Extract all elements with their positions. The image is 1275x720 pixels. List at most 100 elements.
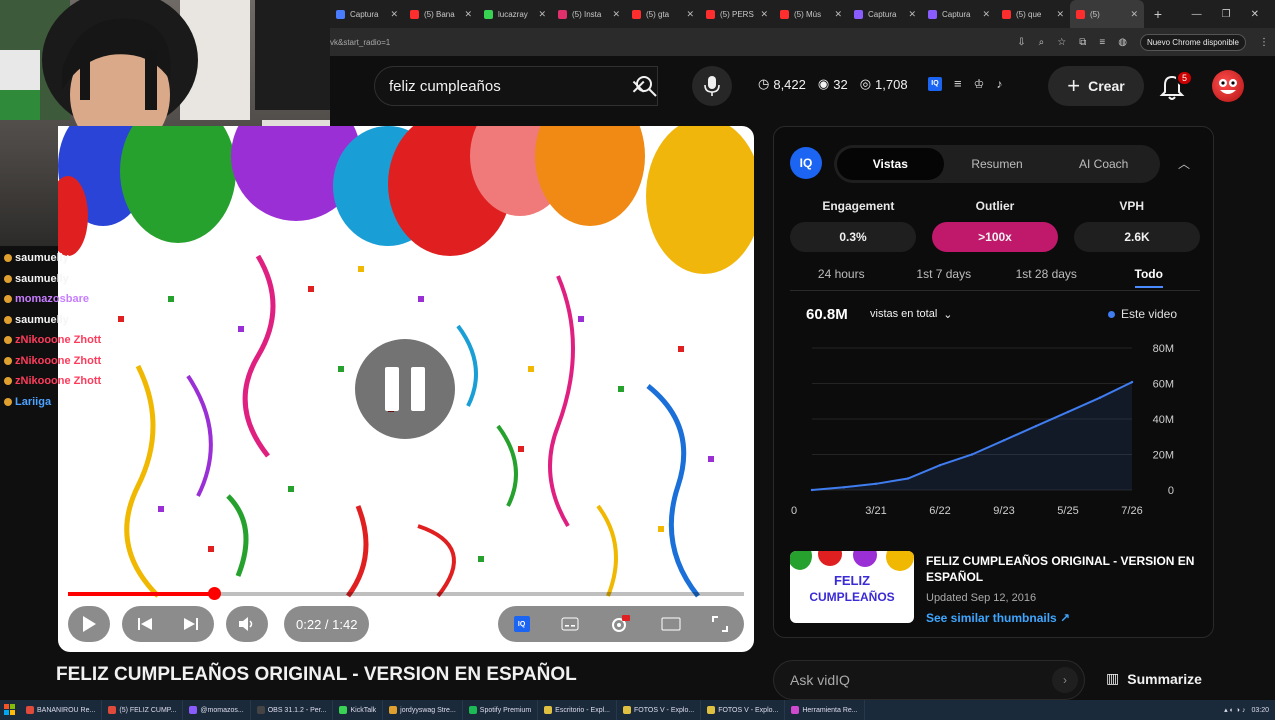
windows-taskbar: BANANIROU Re... (5) FELIZ CUMP... @momazos…: [0, 700, 1275, 720]
taskbar-item[interactable]: BANANIROU Re...: [20, 700, 103, 720]
voice-search-button[interactable]: [692, 66, 732, 106]
tab-close-icon[interactable]: ✕: [908, 9, 916, 20]
taskbar-item[interactable]: Escritorio - Expl...: [538, 700, 618, 720]
progress-bar[interactable]: [68, 587, 744, 600]
tab-close-icon[interactable]: ✕: [1056, 9, 1064, 20]
period-all[interactable]: Todo: [1098, 267, 1201, 288]
media-icon[interactable]: ≡: [1099, 37, 1105, 48]
period-7-days[interactable]: 1st 7 days: [893, 267, 996, 287]
collapse-chevron-icon[interactable]: ︿: [1178, 155, 1190, 172]
tab-favicon-icon: [410, 9, 419, 19]
browser-tab[interactable]: lucazray ✕: [478, 0, 552, 28]
extensions-icon[interactable]: ⧉: [1079, 37, 1086, 48]
tab-favicon-icon: [558, 9, 567, 19]
list-icon[interactable]: ≡: [954, 76, 962, 91]
taskbar-item[interactable]: @momazos...: [183, 700, 251, 720]
taskbar-item[interactable]: Spotify Premium: [463, 700, 539, 720]
address-bar[interactable]: vk&start_radio=1 ⇩ ⌕ ☆ ⧉ ≡ ◍ Nuevo Chrom…: [330, 28, 1275, 56]
next-icon[interactable]: [183, 616, 199, 632]
zoom-icon[interactable]: ⌕: [1039, 37, 1045, 48]
tab-close-icon[interactable]: ✕: [612, 9, 620, 20]
chat-message: momazosbare JAJAKAJAKJ: [4, 289, 244, 310]
tab-close-icon[interactable]: ✕: [982, 9, 990, 20]
search-query[interactable]: feliz cumpleaños: [389, 78, 501, 95]
bookmark-star-icon[interactable]: ☆: [1057, 37, 1066, 48]
account-avatar[interactable]: [1212, 70, 1244, 102]
send-arrow-icon[interactable]: ›: [1052, 667, 1078, 693]
pause-overlay-icon[interactable]: [355, 339, 455, 439]
url-text[interactable]: vk&start_radio=1: [330, 38, 390, 47]
similar-thumbnails-link[interactable]: See similar thumbnails ↗: [926, 611, 1070, 625]
tab-close-icon[interactable]: ✕: [464, 9, 472, 20]
browser-tab[interactable]: Captura ✕: [848, 0, 922, 28]
notification-count-badge: 5: [1176, 70, 1194, 86]
windows-start-button[interactable]: [0, 700, 20, 720]
chat-message: saumuelly: [4, 310, 244, 331]
bell-small-icon[interactable]: ♪: [996, 77, 1002, 91]
browser-tab[interactable]: (5) PERS ✕: [700, 0, 774, 28]
browser-tab[interactable]: (5) gta ✕: [626, 0, 700, 28]
vph-value: 2.6K: [1074, 222, 1200, 252]
period-24-hours[interactable]: 24 hours: [790, 267, 893, 287]
install-icon[interactable]: ⇩: [1017, 37, 1025, 48]
fullscreen-icon[interactable]: [712, 616, 729, 632]
taskbar-item[interactable]: Herramienta Re...: [785, 700, 865, 720]
summarize-button[interactable]: ▥ Summarize: [1106, 670, 1202, 687]
browser-tab[interactable]: (5) Mús ✕: [774, 0, 848, 28]
chat-username: saumuelly: [15, 252, 69, 265]
tab-ai-coach[interactable]: AI Coach: [1050, 148, 1157, 180]
vidiq-player-icon[interactable]: IQ: [513, 616, 530, 632]
tab-vistas[interactable]: Vistas: [837, 148, 944, 180]
taskbar-item[interactable]: OBS 31.1.2 - Per...: [251, 700, 334, 720]
chat-badge-icon: [4, 336, 12, 345]
trophy-icon[interactable]: ♔: [974, 77, 985, 91]
search-button[interactable]: [622, 66, 670, 106]
x-tick-label: 3/21: [865, 505, 886, 517]
settings-gear-icon[interactable]: [610, 615, 630, 633]
views-type-select[interactable]: vistas en total ⌄: [862, 303, 960, 325]
browser-tab[interactable]: Captura ✕: [922, 0, 996, 28]
tab-close-icon[interactable]: ✕: [760, 9, 768, 20]
minimize-icon[interactable]: —: [1192, 9, 1202, 20]
progress-scrubber[interactable]: [208, 587, 222, 600]
taskbar-item[interactable]: FOTOS V - Explo...: [617, 700, 702, 720]
theater-mode-icon[interactable]: [661, 617, 681, 631]
browser-tab[interactable]: (5) Bana ✕: [404, 0, 478, 28]
legend-dot: [1108, 310, 1115, 318]
search-input[interactable]: feliz cumpleaños ✕: [374, 66, 658, 106]
close-window-icon[interactable]: ✕: [1251, 9, 1259, 20]
subtitles-icon[interactable]: [561, 617, 579, 631]
vidiq-icon[interactable]: IQ: [928, 76, 942, 91]
browser-tab[interactable]: Captura ✕: [330, 0, 404, 28]
browser-tab[interactable]: (5) que ✕: [996, 0, 1070, 28]
tray-icons[interactable]: ▴ ◐ ◑ ♪: [1224, 706, 1245, 714]
taskbar-item[interactable]: KickTalk: [333, 700, 384, 720]
tab-resumen[interactable]: Resumen: [944, 148, 1051, 180]
create-button[interactable]: + Crear: [1048, 66, 1144, 106]
taskbar-item[interactable]: FOTOS V - Explo...: [701, 700, 786, 720]
new-tab-button[interactable]: +: [1148, 6, 1168, 22]
tab-close-icon[interactable]: ✕: [686, 9, 694, 20]
browser-tab[interactable]: (5) Insta ✕: [552, 0, 626, 28]
time-display: 0:22 / 1:42: [284, 606, 370, 642]
ask-vidiq-input[interactable]: Ask vidIQ ›: [773, 660, 1085, 700]
play-button[interactable]: [68, 606, 110, 642]
maximize-icon[interactable]: ❐: [1222, 9, 1231, 20]
chrome-update-button[interactable]: Nuevo Chrome disponible: [1139, 33, 1246, 51]
taskbar-item[interactable]: jordyyswag Stre...: [383, 700, 463, 720]
volume-button[interactable]: [226, 606, 268, 642]
avatar-face-image: [1219, 79, 1237, 94]
tab-close-icon[interactable]: ✕: [834, 9, 842, 20]
tab-close-icon[interactable]: ✕: [538, 9, 546, 20]
video-thumbnail[interactable]: FELIZ CUMPLEAÑOS: [790, 551, 914, 623]
browser-tab[interactable]: (5) ✕: [1070, 0, 1144, 28]
previous-icon[interactable]: [137, 616, 153, 632]
menu-dots-icon[interactable]: ⋮: [1259, 37, 1269, 48]
period-28-days[interactable]: 1st 28 days: [995, 267, 1098, 287]
tab-close-icon[interactable]: ✕: [390, 9, 398, 20]
tab-title: (5) Bana: [424, 9, 455, 19]
chat-username: zNikooone Zhott: [15, 354, 102, 367]
profile-icon[interactable]: ◍: [1118, 37, 1127, 48]
taskbar-item[interactable]: (5) FELIZ CUMP...: [102, 700, 184, 720]
tab-close-icon[interactable]: ✕: [1130, 9, 1138, 20]
